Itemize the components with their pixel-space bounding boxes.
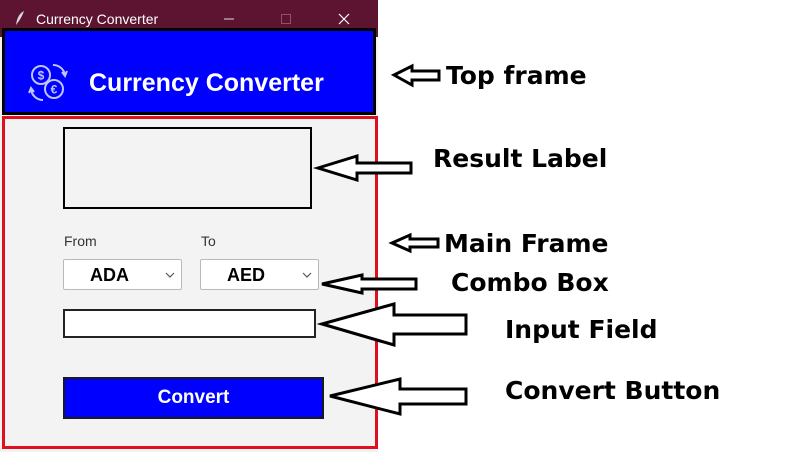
annotation-main-frame: Main Frame bbox=[444, 229, 609, 258]
arrow-input-field bbox=[316, 302, 468, 347]
annotation-convert-button: Convert Button bbox=[505, 376, 721, 405]
annotation-combo-box: Combo Box bbox=[451, 268, 609, 297]
arrow-result-label bbox=[312, 153, 413, 183]
annotation-input-field: Input Field bbox=[505, 315, 658, 344]
arrow-main-frame bbox=[388, 232, 440, 254]
annotation-result-label: Result Label bbox=[433, 144, 608, 173]
arrow-top-frame bbox=[390, 63, 441, 88]
arrow-combo-box bbox=[321, 273, 418, 295]
annotation-top-frame: Top frame bbox=[446, 61, 587, 90]
arrow-convert-button bbox=[329, 377, 468, 416]
